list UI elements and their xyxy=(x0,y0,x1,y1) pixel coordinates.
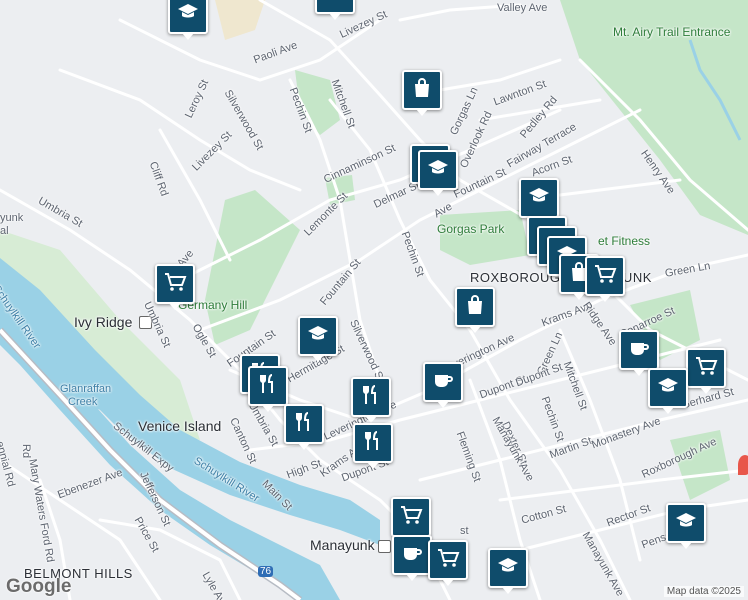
coffee-icon xyxy=(431,368,455,397)
grocery-marker[interactable] xyxy=(391,497,431,543)
restaurant-icon xyxy=(359,383,383,412)
grocery-marker[interactable] xyxy=(428,540,468,586)
park-area xyxy=(440,210,530,265)
shopping-cart-icon xyxy=(694,354,718,383)
google-logo: Google xyxy=(6,576,72,597)
restaurant-icon xyxy=(292,410,316,439)
coffee-icon xyxy=(400,541,424,570)
creek-label: Glanraffan xyxy=(60,383,112,395)
school-icon xyxy=(527,184,551,213)
shopping-cart-icon xyxy=(436,546,460,575)
park-area xyxy=(215,0,265,40)
route-shield: 76 xyxy=(258,566,274,577)
park-label: Gorgas Park xyxy=(437,222,505,236)
restaurant-marker[interactable] xyxy=(351,377,391,423)
coffee-icon xyxy=(627,336,651,365)
location-pin-icon[interactable] xyxy=(738,455,748,475)
map-attribution: Map data ©2025 xyxy=(663,586,744,597)
grocery-marker[interactable] xyxy=(686,348,726,394)
school-marker[interactable] xyxy=(168,0,208,40)
grocery-marker[interactable] xyxy=(155,264,195,310)
street-label: st xyxy=(460,525,469,537)
shopping-marker[interactable] xyxy=(402,70,442,116)
shopping-cart-icon xyxy=(399,503,423,532)
restaurant-marker[interactable] xyxy=(248,366,288,412)
restaurant-icon xyxy=(256,372,280,401)
school-marker[interactable] xyxy=(298,316,338,362)
cafe-marker[interactable] xyxy=(619,330,659,376)
school-marker[interactable] xyxy=(488,548,528,594)
place-label: Ivy Ridge xyxy=(74,314,133,330)
school-icon xyxy=(496,554,520,583)
place-label: Venice Island xyxy=(138,418,222,434)
school-icon xyxy=(306,322,330,351)
street-label: Valley Ave xyxy=(497,2,548,14)
cafe-marker[interactable] xyxy=(423,362,463,408)
shopping-marker[interactable] xyxy=(455,287,495,333)
creek-label: Creek xyxy=(68,396,98,408)
school-marker[interactable] xyxy=(418,150,458,196)
restaurant-marker[interactable] xyxy=(284,404,324,450)
school-icon xyxy=(323,0,347,9)
place-label: al xyxy=(0,225,9,237)
school-icon xyxy=(176,0,200,29)
restaurant-icon xyxy=(361,429,385,458)
restaurant-marker[interactable] xyxy=(353,423,393,469)
school-marker[interactable] xyxy=(666,503,706,549)
school-icon xyxy=(656,374,680,403)
poi-label: et Fitness xyxy=(598,234,651,248)
park-label: Mt. Airy Trail Entrance xyxy=(613,25,731,39)
street-label: Rd xyxy=(20,444,32,459)
train-icon xyxy=(378,540,391,553)
school-icon xyxy=(426,156,450,185)
shopping-bag-icon xyxy=(463,293,487,322)
place-label: yunk xyxy=(0,212,24,224)
cafe-marker[interactable] xyxy=(392,535,432,581)
shopping-cart-icon xyxy=(163,270,187,299)
grocery-marker[interactable] xyxy=(585,256,625,302)
shopping-cart-icon xyxy=(593,262,617,291)
school-marker[interactable] xyxy=(315,0,355,20)
school-marker[interactable] xyxy=(648,368,688,414)
place-label: Manayunk xyxy=(310,537,375,553)
school-marker[interactable] xyxy=(519,178,559,224)
shopping-bag-icon xyxy=(410,76,434,105)
school-icon xyxy=(674,509,698,538)
map-view[interactable]: Valley Ave Livezey St Paoli Ave Mt. Airy… xyxy=(0,0,748,600)
